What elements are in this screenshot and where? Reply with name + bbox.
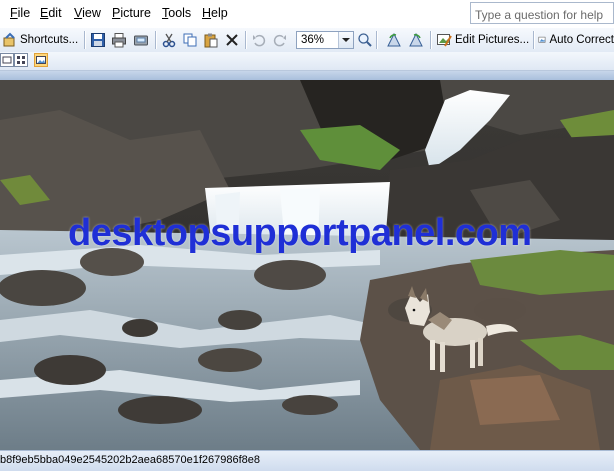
rotate-right-button[interactable] [408,30,424,50]
chevron-down-icon[interactable] [338,32,353,48]
view-toolbar [0,52,614,71]
cut-button[interactable] [161,30,177,50]
toolbar-separator [245,31,246,49]
redo-icon [273,34,286,47]
edit-picture-icon [437,34,452,47]
paste-icon [204,33,218,48]
toolbar-separator [155,31,156,49]
single-picture-icon [36,56,46,64]
toolbar-separator [430,31,431,49]
view-filmstrip-button[interactable] [0,53,14,67]
auto-correct-label: Auto Correct [549,34,614,46]
view-single-picture-button[interactable] [34,53,48,67]
redo-button[interactable] [272,30,288,50]
zoom-value: 36% [301,34,325,46]
toolbar-separator [376,31,377,49]
toolbar-separator [533,31,534,49]
undo-icon [253,34,266,47]
status-filename: b8f9eb5bba049e2545202b2aea68570e1f267986… [0,454,260,466]
scan-button[interactable] [133,30,149,50]
shortcuts-icon [3,32,15,47]
auto-correct-button[interactable]: Auto Correct [538,30,614,50]
menu-file[interactable]: File [10,6,30,20]
scanner-icon [134,35,148,46]
save-icon [91,33,105,47]
undo-button[interactable] [251,30,267,50]
edit-pictures-label: Edit Pictures... [455,34,530,46]
edit-pictures-button[interactable]: Edit Pictures... [436,30,532,50]
picture-view[interactable]: desktopsupportpanel.com [0,80,614,450]
view-thumbnails-button[interactable] [14,53,28,67]
rotate-right-icon [409,32,423,47]
zoom-in-button[interactable] [357,30,373,50]
copy-button[interactable] [182,30,198,50]
printer-icon [112,33,126,48]
rotate-left-button[interactable] [386,30,402,50]
shortcuts-button[interactable]: Shortcuts... [2,30,80,50]
thumbnails-icon [17,56,25,64]
copy-icon [183,33,197,47]
status-bar: b8f9eb5bba049e2545202b2aea68570e1f267986… [0,450,614,471]
menu-help[interactable]: Help [202,6,228,20]
auto-correct-icon [538,36,546,43]
menu-picture[interactable]: Picture [112,6,151,20]
paste-button[interactable] [203,30,219,50]
menu-tools[interactable]: Tools [162,6,191,20]
delete-button[interactable] [224,30,240,50]
filmstrip-icon [2,56,12,64]
print-button[interactable] [111,30,127,50]
rotate-left-icon [387,32,401,47]
help-search-input[interactable] [470,2,614,24]
edit-area-border [0,71,614,80]
shortcuts-label: Shortcuts... [20,34,79,46]
save-button[interactable] [90,30,106,50]
zoom-select[interactable]: 36% [296,31,354,49]
delete-icon [226,34,238,46]
toolbar-separator [84,31,85,49]
watermark-text: desktopsupportpanel.com [68,212,532,254]
zoom-in-icon [358,33,372,47]
menu-view[interactable]: View [74,6,101,20]
landscape-photo [0,80,614,450]
standard-toolbar: Shortcuts... 36% Edit Pictures... Auto C… [0,28,614,53]
menu-edit[interactable]: Edit [40,6,62,20]
scissors-icon [162,33,176,48]
